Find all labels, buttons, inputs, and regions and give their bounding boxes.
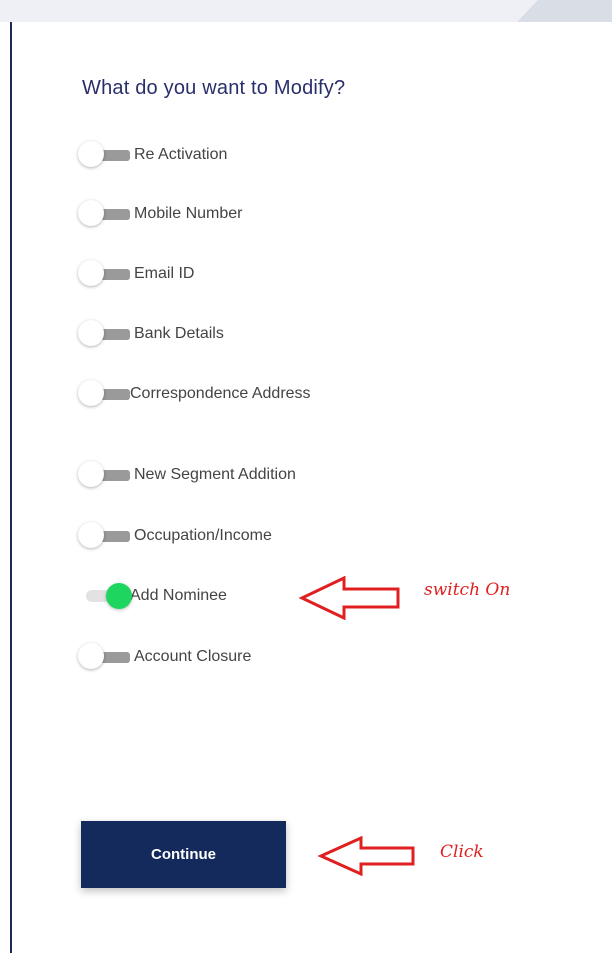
option-label: Account Closure xyxy=(134,648,252,665)
toggle-knob xyxy=(78,643,104,669)
toggle-track xyxy=(100,470,130,481)
toggle-track xyxy=(100,269,130,280)
toggle-switch[interactable] xyxy=(74,641,136,673)
toggle-switch[interactable] xyxy=(74,318,136,350)
option-label: Email ID xyxy=(134,265,195,282)
option-label: Bank Details xyxy=(134,325,224,342)
continue-button[interactable]: Continue xyxy=(81,821,286,888)
toggle-switch[interactable] xyxy=(74,520,136,552)
toggle-knob xyxy=(78,461,104,487)
option-re-activation[interactable]: Re Activation xyxy=(74,139,434,171)
annotation-arrow-switch xyxy=(298,576,400,620)
toggle-knob xyxy=(78,320,104,346)
toggle-knob xyxy=(106,583,132,609)
option-new-segment-addition[interactable]: New Segment Addition xyxy=(74,459,434,491)
toggle-knob xyxy=(78,141,104,167)
option-account-closure[interactable]: Account Closure xyxy=(74,641,434,673)
toggle-knob xyxy=(78,200,104,226)
option-label: Correspondence Address xyxy=(130,385,311,402)
option-bank-details[interactable]: Bank Details xyxy=(74,318,434,350)
option-mobile-number[interactable]: Mobile Number xyxy=(74,198,434,230)
top-bar xyxy=(0,0,612,22)
toggle-switch[interactable] xyxy=(74,459,136,491)
toggle-switch[interactable] xyxy=(74,139,136,171)
toggle-switch[interactable] xyxy=(74,198,136,230)
annotation-arrow-click xyxy=(317,836,415,876)
left-border xyxy=(10,22,12,953)
annotation-click-text: Click xyxy=(440,842,484,862)
option-correspondence-address[interactable]: Correspondence Address xyxy=(74,378,434,410)
option-label: Occupation/Income xyxy=(134,527,272,544)
toggle-knob xyxy=(78,522,104,548)
toggle-track xyxy=(100,652,130,663)
toggle-track xyxy=(100,329,130,340)
option-label: Mobile Number xyxy=(134,205,243,222)
page-title: What do you want to Modify? xyxy=(82,77,346,99)
option-label: Add Nominee xyxy=(130,587,227,604)
toggle-knob xyxy=(78,260,104,286)
toggle-track xyxy=(100,209,130,220)
option-label: Re Activation xyxy=(134,146,228,163)
toggle-switch[interactable] xyxy=(74,580,136,612)
toggle-switch[interactable] xyxy=(74,258,136,290)
option-label: New Segment Addition xyxy=(134,466,296,483)
option-occupation-income[interactable]: Occupation/Income xyxy=(74,520,434,552)
annotation-switch-on-text: switch On xyxy=(424,580,511,600)
toggle-track xyxy=(100,389,130,400)
toggle-track xyxy=(100,150,130,161)
top-bar-corner xyxy=(517,0,612,22)
toggle-switch[interactable] xyxy=(74,378,136,410)
toggle-knob xyxy=(78,380,104,406)
toggle-track xyxy=(100,531,130,542)
option-email-id[interactable]: Email ID xyxy=(74,258,434,290)
